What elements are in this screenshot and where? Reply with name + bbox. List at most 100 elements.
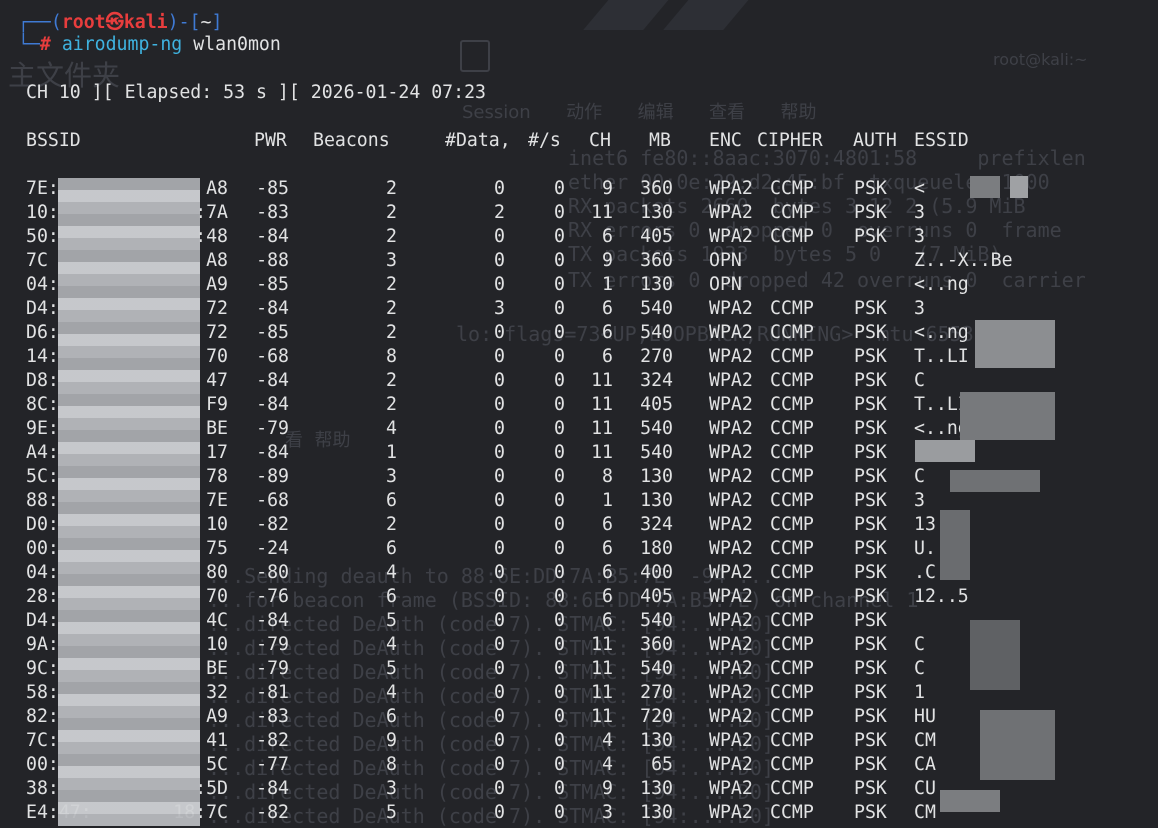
cell-pwr: -84: [256, 610, 289, 631]
cell-beacons: 3: [386, 466, 397, 487]
cell-auth: PSK: [854, 778, 887, 799]
cell-enc: WPA2: [709, 514, 753, 535]
cell-auth: PSK: [854, 682, 887, 703]
cell-data: 0: [494, 586, 505, 607]
header-data: #Data,: [445, 130, 511, 151]
cell-mb: 540: [640, 322, 673, 343]
cell-essid: Z..-X..Be: [914, 250, 1013, 271]
shell-prompt-header: ┌──(root㉿kali)-[~]: [18, 12, 223, 33]
cell-bssid-prefix: D4:: [26, 610, 59, 631]
cell-pwr: -82: [256, 514, 289, 535]
cell-cipher: CCMP: [770, 490, 814, 511]
cell-auth: PSK: [854, 730, 887, 751]
cell-essid: C: [914, 634, 925, 655]
cell-beacons: 2: [386, 370, 397, 391]
cell-enc: WPA2: [709, 682, 753, 703]
cell-pwr: -84: [256, 442, 289, 463]
cell-rate: 0: [554, 538, 565, 559]
cell-rate: 0: [554, 514, 565, 535]
cell-beacons: 5: [386, 658, 397, 679]
redaction-essid-4: [960, 392, 1055, 440]
cell-enc: WPA2: [709, 538, 753, 559]
cell-enc: WPA2: [709, 418, 753, 439]
cell-ch: 11: [591, 202, 613, 223]
header-auth: AUTH: [853, 130, 897, 151]
cell-auth: PSK: [854, 610, 887, 631]
cell-enc: WPA2: [709, 178, 753, 199]
redaction-essid-9: [980, 710, 1055, 780]
cell-beacons: 2: [386, 322, 397, 343]
cell-pwr: -24: [256, 538, 289, 559]
cell-mb: 540: [640, 442, 673, 463]
cell-data: 0: [494, 226, 505, 247]
cell-auth: PSK: [854, 658, 887, 679]
cell-enc: WPA2: [709, 754, 753, 775]
cell-bssid-suffix: F9: [206, 394, 228, 415]
cell-bssid-suffix: :48: [195, 226, 228, 247]
cell-essid: HU: [914, 706, 936, 727]
cell-bssid-suffix: 70: [206, 586, 228, 607]
cell-bssid-suffix: :5D: [195, 778, 228, 799]
cell-mb: 720: [640, 706, 673, 727]
cell-auth: PSK: [854, 322, 887, 343]
cell-pwr: -83: [256, 706, 289, 727]
cell-rate: 0: [554, 274, 565, 295]
cell-enc: WPA2: [709, 634, 753, 655]
cell-mb: 65: [651, 754, 673, 775]
cell-ch: 3: [602, 802, 613, 823]
cell-auth: PSK: [854, 346, 887, 367]
cell-ch: 6: [602, 562, 613, 583]
cell-pwr: -68: [256, 346, 289, 367]
table-header: BSSID PWR Beacons #Data, #/s CH MB ENC C…: [0, 130, 1158, 154]
cell-enc: WPA2: [709, 202, 753, 223]
cell-pwr: -80: [256, 562, 289, 583]
cell-auth: PSK: [854, 298, 887, 319]
cell-enc: WPA2: [709, 730, 753, 751]
header-bssid: BSSID: [26, 130, 81, 151]
cell-beacons: 4: [386, 682, 397, 703]
cell-bssid-prefix: D8:: [26, 370, 59, 391]
cell-essid: C: [914, 466, 925, 487]
cell-ch: 6: [602, 610, 613, 631]
cell-cipher: CCMP: [770, 706, 814, 727]
cell-bssid-suffix: BE: [206, 658, 228, 679]
cell-rate: 0: [554, 682, 565, 703]
cell-data: 0: [494, 658, 505, 679]
cell-ch: 8: [602, 466, 613, 487]
cell-bssid-suffix: A9: [206, 706, 228, 727]
cell-auth: PSK: [854, 202, 887, 223]
cell-bssid-suffix: 10: [206, 634, 228, 655]
cell-essid: <: [914, 178, 925, 199]
background-stripe: [663, 0, 757, 30]
cell-essid: CM: [914, 730, 936, 751]
cell-ch: 6: [602, 298, 613, 319]
cell-data: 0: [494, 370, 505, 391]
cell-beacons: 4: [386, 634, 397, 655]
cell-data: 0: [494, 634, 505, 655]
cell-auth: PSK: [854, 178, 887, 199]
cell-bssid-prefix: 82:: [26, 706, 59, 727]
cell-bssid-suffix: 70: [206, 346, 228, 367]
cell-bssid-prefix: 10:: [26, 202, 59, 223]
cell-bssid-suffix: 47: [206, 370, 228, 391]
cell-cipher: CCMP: [770, 802, 814, 823]
cell-bssid-prefix: 9E:: [26, 418, 59, 439]
cell-bssid-prefix: 04:: [26, 274, 59, 295]
redaction-essid-5: [915, 440, 975, 462]
cell-auth: PSK: [854, 586, 887, 607]
cell-ch: 11: [591, 442, 613, 463]
cell-beacons: 8: [386, 754, 397, 775]
cell-enc: WPA2: [709, 322, 753, 343]
cell-ch: 11: [591, 658, 613, 679]
cell-bssid-suffix: :7A: [195, 202, 228, 223]
cell-essid: T..LI: [914, 346, 969, 367]
cell-rate: 0: [554, 562, 565, 583]
cell-beacons: 8: [386, 346, 397, 367]
cell-cipher: CCMP: [770, 418, 814, 439]
cell-enc: WPA2: [709, 610, 753, 631]
cell-cipher: CCMP: [770, 658, 814, 679]
cell-pwr: -85: [256, 322, 289, 343]
cell-bssid-suffix: 7E: [206, 490, 228, 511]
cell-essid: CM: [914, 802, 936, 823]
cell-bssid-prefix: 04:: [26, 562, 59, 583]
